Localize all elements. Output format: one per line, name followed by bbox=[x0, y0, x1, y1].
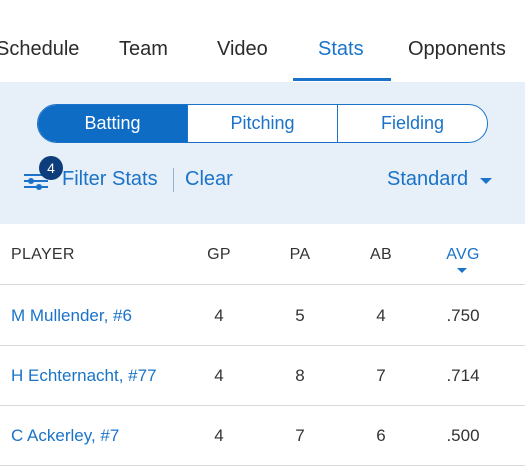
table-row: H Echternacht, #77 4 8 7 .714 bbox=[0, 346, 525, 406]
filter-count-badge: 4 bbox=[39, 156, 63, 180]
cell-ab: 4 bbox=[376, 306, 386, 325]
tab-stats[interactable]: Stats bbox=[318, 38, 364, 61]
column-header-pa[interactable]: PA bbox=[290, 246, 311, 264]
table-row: C Ackerley, #7 4 7 6 .500 bbox=[0, 406, 525, 466]
active-tab-indicator bbox=[293, 78, 391, 81]
cell-pa: 7 bbox=[295, 426, 305, 445]
cell-pa: 5 bbox=[295, 306, 305, 325]
stat-view-dropdown[interactable]: Standard bbox=[387, 168, 468, 191]
sort-descending-icon bbox=[457, 268, 467, 273]
tab-team[interactable]: Team bbox=[119, 38, 168, 61]
table-row: M Mullender, #6 4 5 4 .750 bbox=[0, 286, 525, 346]
cell-ab: 7 bbox=[376, 366, 386, 385]
column-header-avg[interactable]: AVG bbox=[446, 246, 480, 264]
top-nav: Schedule Team Video Stats Opponents bbox=[0, 0, 525, 82]
player-name-link[interactable]: M Mullender, #6 bbox=[11, 306, 132, 326]
filter-divider bbox=[173, 168, 174, 192]
column-header-gp[interactable]: GP bbox=[207, 246, 231, 264]
segment-fielding[interactable]: Fielding bbox=[338, 105, 487, 142]
filter-stats-button[interactable]: Filter Stats bbox=[62, 168, 158, 191]
cell-gp: 4 bbox=[214, 426, 224, 445]
cell-avg: .714 bbox=[446, 366, 480, 385]
segment-batting[interactable]: Batting bbox=[38, 105, 188, 142]
clear-filters-button[interactable]: Clear bbox=[185, 168, 233, 191]
cell-ab: 6 bbox=[376, 426, 386, 445]
tab-schedule[interactable]: Schedule bbox=[0, 38, 79, 61]
player-name-link[interactable]: C Ackerley, #7 bbox=[11, 426, 119, 446]
chevron-down-icon bbox=[480, 178, 492, 184]
cell-pa: 8 bbox=[295, 366, 305, 385]
tab-video[interactable]: Video bbox=[217, 38, 268, 61]
cell-avg: .750 bbox=[446, 306, 480, 325]
stat-category-segmented-control: Batting Pitching Fielding bbox=[37, 104, 488, 143]
column-header-ab[interactable]: AB bbox=[370, 246, 392, 264]
player-name-link[interactable]: H Echternacht, #77 bbox=[11, 366, 157, 386]
cell-gp: 4 bbox=[214, 306, 224, 325]
cell-avg: .500 bbox=[446, 426, 480, 445]
tab-opponents[interactable]: Opponents bbox=[408, 38, 506, 61]
segment-pitching[interactable]: Pitching bbox=[188, 105, 338, 142]
cell-gp: 4 bbox=[214, 366, 224, 385]
column-header-player[interactable]: PLAYER bbox=[11, 246, 75, 264]
